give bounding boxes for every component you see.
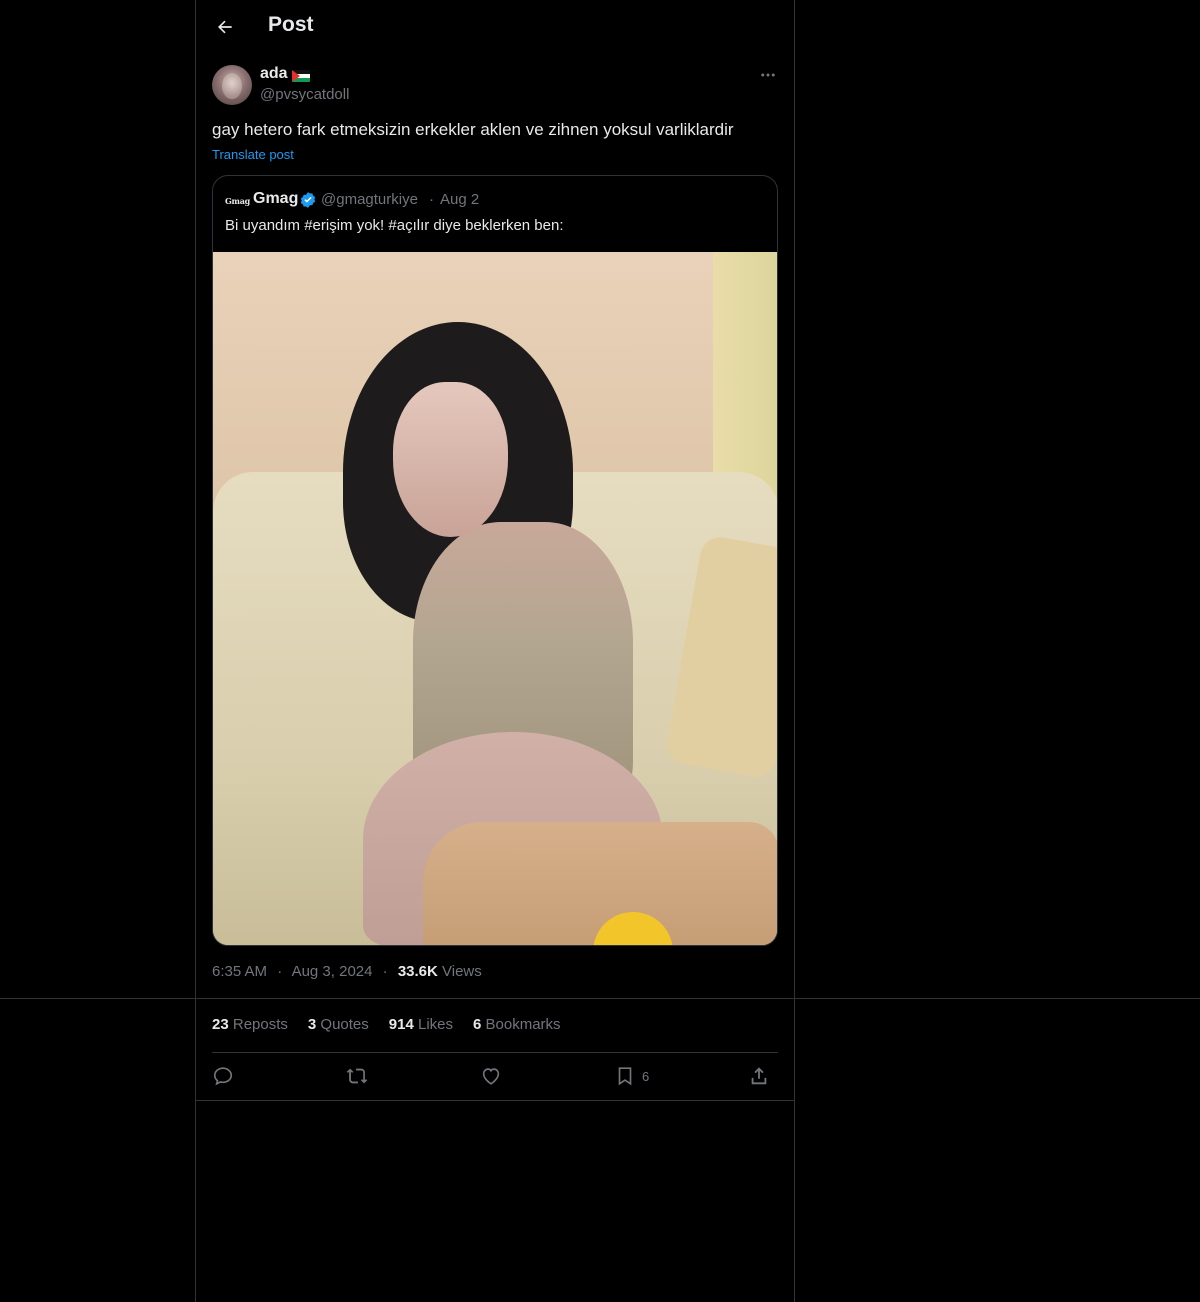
quote-separator: · xyxy=(429,191,434,208)
arrow-left-icon xyxy=(218,20,232,34)
author-handle[interactable]: @pvsycatdoll xyxy=(260,86,349,103)
post-stats: 23 Reposts 3 Quotes 914 Likes 6 Bookmark… xyxy=(212,1016,561,1033)
bookmark-count: 6 xyxy=(642,1068,650,1084)
page-title: Post xyxy=(268,13,314,36)
quotes-stat[interactable]: 3 Quotes xyxy=(308,1016,369,1033)
author-display-name[interactable]: ada xyxy=(260,65,288,83)
like-button[interactable] xyxy=(480,1064,502,1088)
more-horizontal-icon xyxy=(761,73,775,77)
back-button[interactable] xyxy=(208,10,242,44)
share-button[interactable] xyxy=(748,1064,770,1088)
post-date[interactable]: Aug 3, 2024 xyxy=(292,963,373,980)
avatar[interactable] xyxy=(212,65,252,105)
views-count: 33.6K xyxy=(397,963,438,980)
meta-separator: · xyxy=(382,963,388,980)
section-divider xyxy=(195,1100,795,1101)
translate-post-link[interactable]: Translate post xyxy=(212,147,294,162)
quote-author-handle: @gmagturkiye xyxy=(321,191,418,208)
repost-icon xyxy=(346,1068,368,1084)
bookmark-button[interactable]: 6 xyxy=(614,1064,649,1088)
quoted-post[interactable]: Gmag Gmag @gmagturkiye · Aug 2 Bi uyandı… xyxy=(212,175,778,946)
quotes-label: Quotes xyxy=(320,1016,369,1033)
quote-media-image[interactable] xyxy=(213,252,777,945)
quote-date: Aug 2 xyxy=(440,191,480,208)
bookmarks-count: 6 xyxy=(473,1016,482,1033)
quote-logo: Gmag xyxy=(225,196,250,206)
quote-text: Bi uyandım #erişim yok! #açılır diye bek… xyxy=(225,217,564,234)
action-bar: 6 xyxy=(212,1060,778,1092)
verified-badge-icon xyxy=(300,192,316,208)
divider xyxy=(212,1052,778,1053)
more-options-button[interactable] xyxy=(754,63,782,87)
likes-stat[interactable]: 914 Likes xyxy=(389,1016,453,1033)
page-header: Post xyxy=(196,0,796,53)
post-meta: 6:35 AM · Aug 3, 2024 · 33.6K Views xyxy=(212,963,482,980)
views-label: Views xyxy=(442,963,482,980)
post-text: gay hetero fark etmeksizin erkekler akle… xyxy=(212,120,734,139)
quote-author-name: Gmag xyxy=(253,190,299,207)
reposts-count: 23 xyxy=(212,1016,229,1033)
reposts-stat[interactable]: 23 Reposts xyxy=(212,1016,288,1033)
reposts-label: Reposts xyxy=(232,1016,288,1033)
palestine-flag-icon xyxy=(292,70,310,82)
meta-separator: · xyxy=(277,963,283,980)
section-divider xyxy=(0,998,1200,999)
likes-label: Likes xyxy=(417,1016,454,1033)
main-column: Post ada @pvsycatdoll gay hetero fark et… xyxy=(195,0,795,1302)
heart-icon xyxy=(482,1068,500,1085)
bookmark-icon xyxy=(618,1067,632,1086)
reply-icon xyxy=(213,1067,233,1086)
likes-count: 914 xyxy=(388,1016,414,1033)
bookmarks-stat[interactable]: 6 Bookmarks xyxy=(473,1016,561,1033)
reply-button[interactable] xyxy=(212,1064,234,1088)
post-time[interactable]: 6:35 AM xyxy=(212,963,267,980)
repost-button[interactable] xyxy=(346,1064,368,1088)
share-icon xyxy=(751,1067,767,1085)
bookmarks-label: Bookmarks xyxy=(485,1016,561,1033)
quotes-count: 3 xyxy=(307,1016,317,1033)
